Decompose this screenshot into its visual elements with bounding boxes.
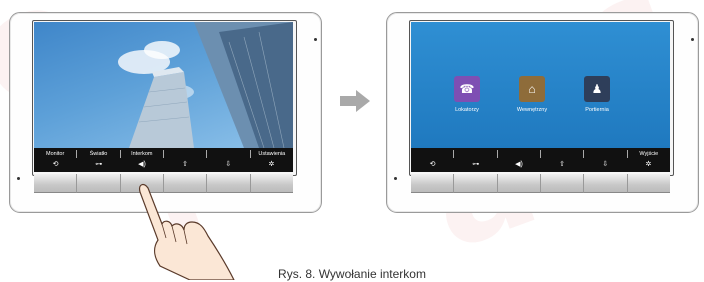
menu-item-label: Portiernia: [585, 107, 609, 113]
hw-button-2[interactable]: [77, 174, 121, 193]
menu-label-empty-3: [498, 150, 541, 158]
figure-caption: Rys. 8. Wywołanie interkom: [278, 267, 426, 281]
intercom-menu: ☎ Lokatorzy ⌂ Wewnętrzny ♟ Portiernia: [411, 22, 670, 148]
transition-arrow-icon: [340, 90, 370, 112]
menu-label-exit[interactable]: Wyjście: [628, 150, 670, 158]
menu-label-empty-2: [454, 150, 498, 158]
menu-item-wewnetrzny[interactable]: ⌂ Wewnętrzny: [504, 76, 560, 113]
hw-button-6[interactable]: [250, 174, 293, 193]
hw-button-1[interactable]: [34, 174, 78, 193]
arrow-up-icon: ⇧: [182, 161, 189, 168]
screen-right: ☎ Lokatorzy ⌂ Wewnętrzny ♟ Portiernia Wy…: [411, 22, 670, 172]
arrow-down-icon: ⇩: [225, 161, 232, 168]
menu-label-light[interactable]: Światło: [77, 150, 121, 158]
menu-item-portiernia[interactable]: ♟ Portiernia: [569, 76, 625, 113]
gear-icon: ✲: [645, 161, 652, 168]
menu-label-settings[interactable]: Ustawienia: [251, 150, 293, 158]
hw-button-5[interactable]: [584, 174, 628, 193]
hw-button-2[interactable]: [454, 174, 498, 193]
camera-return-icon: ⟲: [52, 161, 59, 168]
hw-button-4[interactable]: [540, 174, 585, 193]
gear-icon: ✲: [268, 161, 275, 168]
bottom-menu-bar: Wyjście ⟲ ⊶ ◀) ⇧ ⇩ ✲: [411, 148, 670, 172]
menu-item-lokatorzy[interactable]: ☎ Lokatorzy: [439, 76, 495, 113]
concierge-icon: ♟: [584, 76, 610, 102]
menu-item-label: Lokatorzy: [455, 107, 479, 113]
arrow-down-icon: ⇩: [602, 161, 609, 168]
speaker-icon: ◀): [138, 161, 146, 168]
status-led: [314, 38, 317, 41]
menu-item-label: Wewnętrzny: [516, 107, 548, 113]
menu-label-empty-1: [411, 150, 455, 158]
key-icon: ⊶: [95, 161, 103, 168]
menu-label-intercom[interactable]: Interkom: [121, 150, 164, 158]
screen-left: Monitor Światło Interkom Ustawienia ⟲ ⊶ …: [34, 22, 293, 172]
camera-return-icon: ⟲: [429, 161, 436, 168]
internal-intercom-icon: ⌂: [519, 76, 545, 102]
hw-button-6[interactable]: [627, 174, 670, 193]
menu-label-empty-5: [584, 150, 628, 158]
microphone-dot: [394, 177, 397, 180]
hardware-button-row: [411, 174, 670, 193]
hw-button-3[interactable]: [497, 174, 541, 193]
pointing-hand-illustration: [139, 183, 235, 280]
menu-label-empty-5: [207, 150, 251, 158]
bottom-menu-bar: Monitor Światło Interkom Ustawienia ⟲ ⊶ …: [34, 148, 293, 172]
residents-intercom-icon: ☎: [454, 76, 480, 102]
arrow-up-icon: ⇧: [559, 161, 566, 168]
building-image: [118, 22, 293, 149]
microphone-dot: [17, 177, 20, 180]
menu-label-empty-4: [164, 150, 208, 158]
hw-button-1[interactable]: [411, 174, 455, 193]
key-icon: ⊶: [472, 161, 480, 168]
camera-view-scene: [34, 22, 293, 149]
menu-label-monitor[interactable]: Monitor: [34, 150, 78, 158]
menu-label-empty-4: [541, 150, 585, 158]
monitor-device-right: ☎ Lokatorzy ⌂ Wewnętrzny ♟ Portiernia Wy…: [386, 12, 699, 213]
status-led: [691, 38, 694, 41]
speaker-icon: ◀): [515, 161, 523, 168]
